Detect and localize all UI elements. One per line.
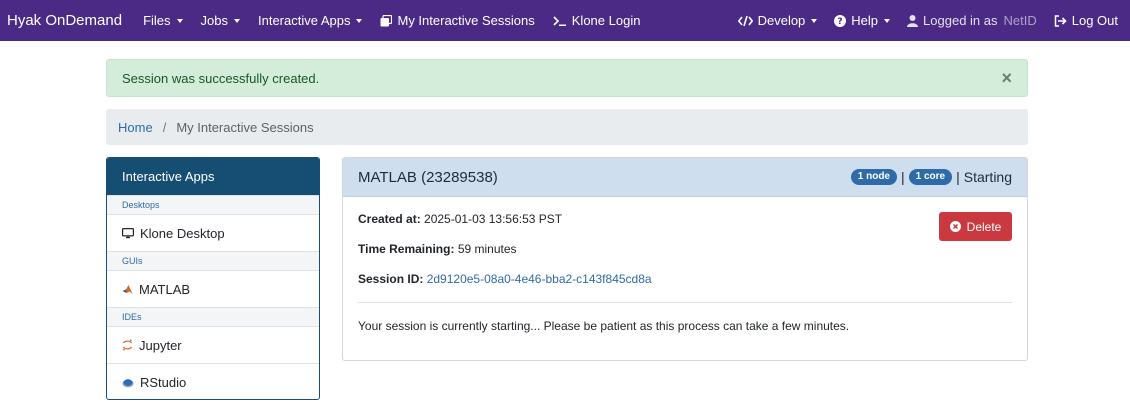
nav-logout-link[interactable]: Log Out — [1054, 13, 1118, 28]
caret-down-icon — [811, 18, 818, 23]
user-icon — [907, 14, 919, 27]
sidebar-category-desktops: Desktops — [107, 195, 319, 214]
created-at-label: Created at: — [358, 212, 421, 226]
nav-user-status: Logged in as NetID — [907, 13, 1037, 28]
nav-help-menu[interactable]: ? Help — [834, 13, 891, 28]
terminal-icon — [553, 15, 567, 27]
caret-down-icon — [884, 18, 891, 23]
nav-my-sessions-link[interactable]: My Interactive Sessions — [380, 13, 535, 28]
nav-left: Files Jobs Interactive Apps My Interacti… — [143, 0, 658, 41]
caret-down-icon — [176, 18, 183, 23]
sessions-icon — [380, 14, 393, 27]
divider — [358, 302, 1012, 303]
svg-text:?: ? — [838, 17, 843, 27]
time-remaining-label: Time Remaining: — [358, 242, 455, 256]
core-count-badge: 1 core — [908, 169, 953, 185]
node-count-badge: 1 node — [850, 169, 897, 185]
nav-files-label: Files — [143, 13, 171, 28]
sidebar-item-jupyter[interactable]: Jupyter — [107, 326, 319, 363]
question-circle-icon: ? — [834, 14, 847, 27]
close-icon[interactable]: × — [1001, 69, 1012, 87]
sidebar-item-label: RStudio — [140, 374, 187, 390]
created-at-row: Created at: 2025-01-03 13:56:53 PST — [358, 212, 562, 226]
nav-jobs-menu[interactable]: Jobs — [201, 13, 240, 28]
nav-interactive-apps-label: Interactive Apps — [257, 13, 351, 28]
logged-in-label: Logged in as — [923, 13, 998, 28]
brand-link[interactable]: Hyak OnDemand — [0, 12, 122, 29]
session-card-header: MATLAB (23289538) 1 node | 1 core | Star… — [343, 158, 1027, 197]
username: NetID — [1003, 13, 1037, 28]
session-id-link[interactable]: 2d9120e5-08a0-4e46-bba2-c143f845cd8a — [427, 272, 652, 286]
nav-develop-label: Develop — [757, 13, 806, 28]
breadcrumb-separator: / — [162, 119, 167, 135]
delete-button[interactable]: Delete — [939, 212, 1012, 241]
alert-message: Session was successfully created. — [122, 70, 320, 86]
sidebar-item-matlab[interactable]: MATLAB — [107, 270, 319, 307]
breadcrumb-home-link[interactable]: Home — [118, 120, 153, 135]
nav-my-sessions-label: My Interactive Sessions — [397, 13, 535, 28]
sidebar-category-guis: GUIs — [107, 251, 319, 270]
code-icon — [737, 15, 753, 27]
breadcrumb: Home / My Interactive Sessions — [106, 109, 1028, 145]
nav-jobs-label: Jobs — [200, 13, 228, 28]
times-circle-icon — [949, 221, 961, 232]
sidebar-item-label: MATLAB — [139, 281, 191, 297]
sidebar-item-rstudio[interactable]: RStudio — [107, 363, 319, 399]
session-meta: 1 node | 1 core | Starting — [850, 169, 1012, 185]
sidebar-title: Interactive Apps — [107, 158, 319, 195]
sidebar-item-label: Klone Desktop — [140, 225, 225, 241]
nav-klone-login-label: Klone Login — [571, 13, 641, 28]
breadcrumb-current: My Interactive Sessions — [176, 119, 314, 135]
meta-separator: | — [956, 169, 960, 185]
nav-files-menu[interactable]: Files — [143, 13, 183, 28]
session-status-message: Your session is currently starting... Pl… — [358, 319, 850, 333]
nav-interactive-apps-menu[interactable]: Interactive Apps — [258, 13, 363, 28]
created-at-value: 2025-01-03 13:56:53 PST — [424, 212, 563, 226]
delete-label: Delete — [966, 219, 1002, 234]
sidebar-item-label: Jupyter — [139, 337, 182, 353]
interactive-apps-sidebar: Interactive Apps Desktops Klone Desktop … — [106, 157, 320, 400]
desktop-icon — [122, 227, 134, 239]
session-card: MATLAB (23289538) 1 node | 1 core | Star… — [342, 157, 1028, 361]
nav-klone-login-link[interactable]: Klone Login — [553, 13, 641, 28]
nav-right: Develop ? Help Logged in as NetID Log Ou… — [721, 0, 1130, 41]
caret-down-icon — [356, 18, 363, 23]
meta-separator: | — [901, 169, 905, 185]
sidebar-item-klone-desktop[interactable]: Klone Desktop — [107, 214, 319, 251]
nav-logout-label: Log Out — [1071, 13, 1118, 28]
status-badge: Starting — [963, 169, 1012, 185]
caret-down-icon — [233, 18, 240, 23]
session-id-row: Session ID: 2d9120e5-08a0-4e46-bba2-c143… — [358, 272, 652, 286]
time-remaining-value: 59 minutes — [457, 242, 517, 256]
session-title: MATLAB (23289538) — [358, 168, 498, 186]
top-navbar: Hyak OnDemand Files Jobs Interactive App… — [0, 0, 1130, 41]
sign-out-icon — [1054, 14, 1067, 27]
success-alert: Session was successfully created. × — [106, 59, 1028, 97]
nav-help-label: Help — [851, 13, 879, 28]
time-remaining-row: Time Remaining: 59 minutes — [358, 242, 517, 256]
session-id-label: Session ID: — [358, 272, 424, 286]
nav-develop-menu[interactable]: Develop — [737, 13, 818, 28]
jupyter-icon — [122, 339, 133, 351]
sidebar-category-ides: IDEs — [107, 307, 319, 326]
matlab-icon — [122, 284, 133, 295]
rstudio-icon — [122, 377, 134, 388]
